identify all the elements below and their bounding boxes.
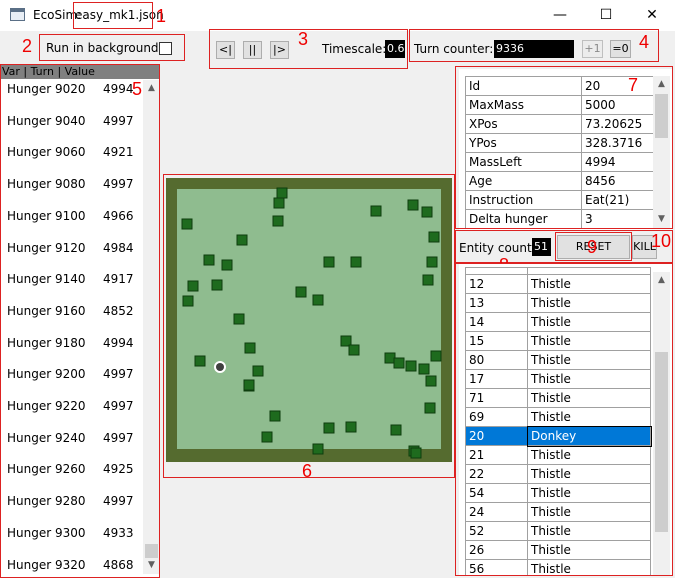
minimize-icon: — [553,7,567,23]
plant-entity[interactable] [221,259,233,271]
plant-entity[interactable] [323,256,335,268]
annotation-label-5: 5 [132,79,143,99]
plant-entity[interactable] [390,424,402,436]
maximize-button[interactable]: ☐ [583,0,629,31]
plant-entity[interactable] [348,344,360,356]
plant-entity[interactable] [211,279,223,291]
maximize-icon: ☐ [599,7,613,23]
plant-entity[interactable] [187,280,199,292]
plant-entity[interactable] [182,295,194,307]
plant-entity[interactable] [269,410,281,422]
plant-entity[interactable] [312,443,324,455]
turn-counter-label: Turn counter: [414,42,494,56]
step-forward-button[interactable]: |> [270,41,289,59]
annotation-box-1 [73,2,153,29]
plant-entity[interactable] [430,350,442,362]
plant-entity[interactable] [393,357,405,369]
plant-entity[interactable] [243,379,255,391]
plant-entity[interactable] [273,197,285,209]
annotation-label-6: 6 [302,461,313,481]
world-canvas[interactable] [166,178,452,462]
annotation-label-10: 10 [651,231,672,251]
plant-entity[interactable] [421,206,433,218]
plant-entity[interactable] [405,360,417,372]
plant-entity[interactable] [407,199,419,211]
plant-entity[interactable] [261,431,273,443]
animal-icon [216,363,224,371]
plant-entity[interactable] [194,355,206,367]
run-in-background-label: Run in background: [46,41,163,55]
plant-entity[interactable] [276,187,288,199]
plant-entity[interactable] [272,215,284,227]
plant-entity[interactable] [370,205,382,217]
annotation-label-3: 3 [298,29,309,49]
annotation-box-5 [0,64,160,578]
plant-entity[interactable] [425,375,437,387]
step-back-button[interactable]: <| [216,41,235,59]
minimize-button[interactable]: — [537,0,583,31]
run-in-background-checkbox[interactable] [159,42,172,55]
annotation-label-4: 4 [639,32,650,52]
world-field [177,189,441,449]
plant-entity[interactable] [422,274,434,286]
plant-entity[interactable] [233,313,245,325]
entity-count-value: 51 [532,238,551,256]
plant-entity[interactable] [295,286,307,298]
close-button[interactable]: ✕ [629,0,675,31]
app-icon [10,8,25,21]
entity-count-label: Entity count: [459,241,536,255]
plant-entity[interactable] [428,231,440,243]
turn-counter-display: 9336 [494,40,574,58]
plant-entity[interactable] [410,447,422,459]
annotation-label-2: 2 [22,36,33,56]
increment-turn-button[interactable]: +1 [582,40,603,58]
plant-entity[interactable] [345,421,357,433]
plant-entity[interactable] [424,402,436,414]
plant-entity[interactable] [252,365,264,377]
plant-entity[interactable] [312,294,324,306]
pause-button[interactable]: || [243,41,262,59]
plant-entity[interactable] [236,234,248,246]
plant-entity[interactable] [426,256,438,268]
plant-entity[interactable] [203,254,215,266]
plant-entity[interactable] [418,363,430,375]
timescale-label: Timescale: [322,42,387,56]
timescale-input[interactable]: 0.6 [385,40,405,58]
plant-entity[interactable] [244,342,256,354]
annotation-label-7: 7 [628,75,639,95]
annotation-label-9: 9 [587,237,598,257]
plant-entity[interactable] [350,256,362,268]
close-icon: ✕ [646,7,658,23]
annotation-label-1: 1 [156,6,167,26]
plant-entity[interactable] [181,218,193,230]
annotation-box-7 [455,66,673,229]
plant-entity[interactable] [323,422,335,434]
reset-turn-button[interactable]: =0 [610,40,631,58]
annotation-box-entity-list [455,263,673,576]
animal-donkey[interactable] [214,361,226,373]
